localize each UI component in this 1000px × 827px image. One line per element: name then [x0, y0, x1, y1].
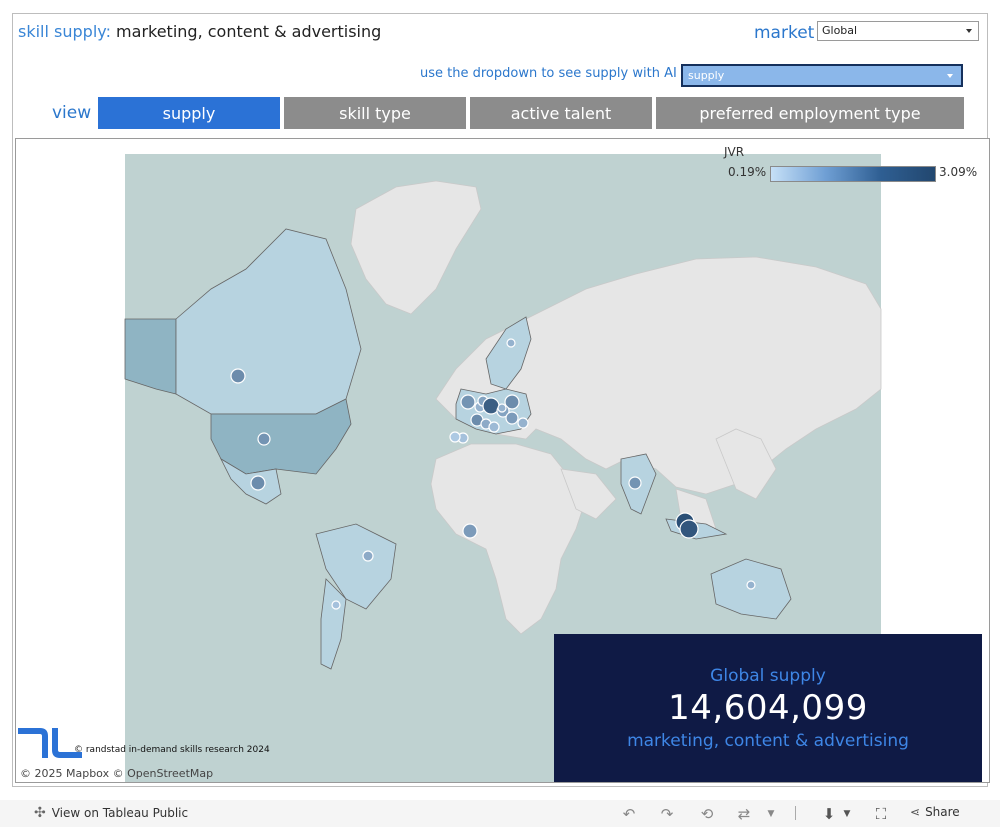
legend-max-label: 3.09%: [939, 165, 978, 179]
marker-czechia[interactable]: [497, 403, 507, 413]
marker-hungary[interactable]: [505, 411, 519, 425]
share-button[interactable]: ⋖ Share: [910, 805, 960, 819]
tableau-icon: ✣: [34, 805, 46, 821]
marker-romania[interactable]: [517, 417, 529, 429]
tab-skill-type[interactable]: skill type: [284, 97, 466, 129]
undo-icon[interactable]: ↶: [620, 805, 638, 823]
summary-skill: marketing, content & advertising: [627, 731, 909, 751]
marker-sweden[interactable]: [506, 338, 516, 348]
summary-card: Global supply 14,604,099 marketing, cont…: [554, 634, 982, 782]
download-icon[interactable]: ⬇: [820, 805, 838, 823]
tab-supply[interactable]: supply: [98, 97, 280, 129]
marker-brazil[interactable]: [362, 550, 374, 562]
revert-icon[interactable]: ⟲: [698, 805, 716, 823]
share-label: Share: [925, 805, 960, 819]
chevron-down-icon[interactable]: ▼: [838, 805, 856, 823]
tableau-link-label: View on Tableau Public: [51, 806, 189, 820]
chevron-down-icon: [947, 74, 953, 78]
market-label: market: [754, 23, 815, 43]
legend-min-label: 0.19%: [728, 165, 767, 179]
legend-color-ramp: [770, 166, 936, 182]
marker-ivory-coast[interactable]: [462, 523, 478, 539]
title-prefix: skill supply:: [18, 22, 111, 41]
refresh-icon[interactable]: ⇄: [735, 805, 753, 823]
randstad-logo-icon: [18, 728, 82, 758]
marker-portugal[interactable]: [449, 431, 461, 443]
marker-united-states[interactable]: [257, 432, 271, 446]
redo-icon[interactable]: ↷: [658, 805, 676, 823]
tab-active-talent[interactable]: active talent: [470, 97, 652, 129]
view-label: view: [52, 103, 92, 123]
marker-italy[interactable]: [488, 421, 500, 433]
marker-australia[interactable]: [746, 580, 756, 590]
marker-india[interactable]: [628, 476, 642, 490]
market-dropdown-value: Global: [822, 24, 858, 37]
marker-malaysia[interactable]: [679, 519, 699, 539]
chevron-down-icon[interactable]: ▼: [762, 805, 780, 823]
fullscreen-icon[interactable]: ⛶: [872, 805, 890, 823]
ai-dropdown-value: supply: [688, 69, 725, 82]
ai-dropdown[interactable]: supply: [681, 64, 963, 87]
marker-canada[interactable]: [230, 368, 246, 384]
map-attribution[interactable]: © 2025 Mapbox © OpenStreetMap: [20, 767, 213, 780]
footer-divider: [795, 806, 796, 820]
randstad-copyright: © randstad in-demand skills research 202…: [74, 745, 270, 755]
marker-united-kingdom[interactable]: [460, 394, 476, 410]
marker-mexico[interactable]: [250, 475, 266, 491]
marker-argentina[interactable]: [331, 600, 341, 610]
legend-title: JVR: [724, 145, 745, 159]
summary-title: Global supply: [710, 666, 826, 686]
ai-dropdown-label: use the dropdown to see supply with AI: [420, 66, 677, 81]
chevron-down-icon: [966, 29, 972, 33]
title-skill: marketing, content & advertising: [116, 22, 382, 41]
summary-value: 14,604,099: [668, 688, 868, 728]
view-on-tableau-public-link[interactable]: ✣ View on Tableau Public: [34, 805, 188, 821]
market-dropdown[interactable]: Global: [817, 21, 979, 41]
page-title: skill supply: marketing, content & adver…: [18, 22, 381, 41]
share-icon: ⋖: [910, 805, 921, 819]
tab-preferred-employment-type[interactable]: preferred employment type: [656, 97, 964, 129]
